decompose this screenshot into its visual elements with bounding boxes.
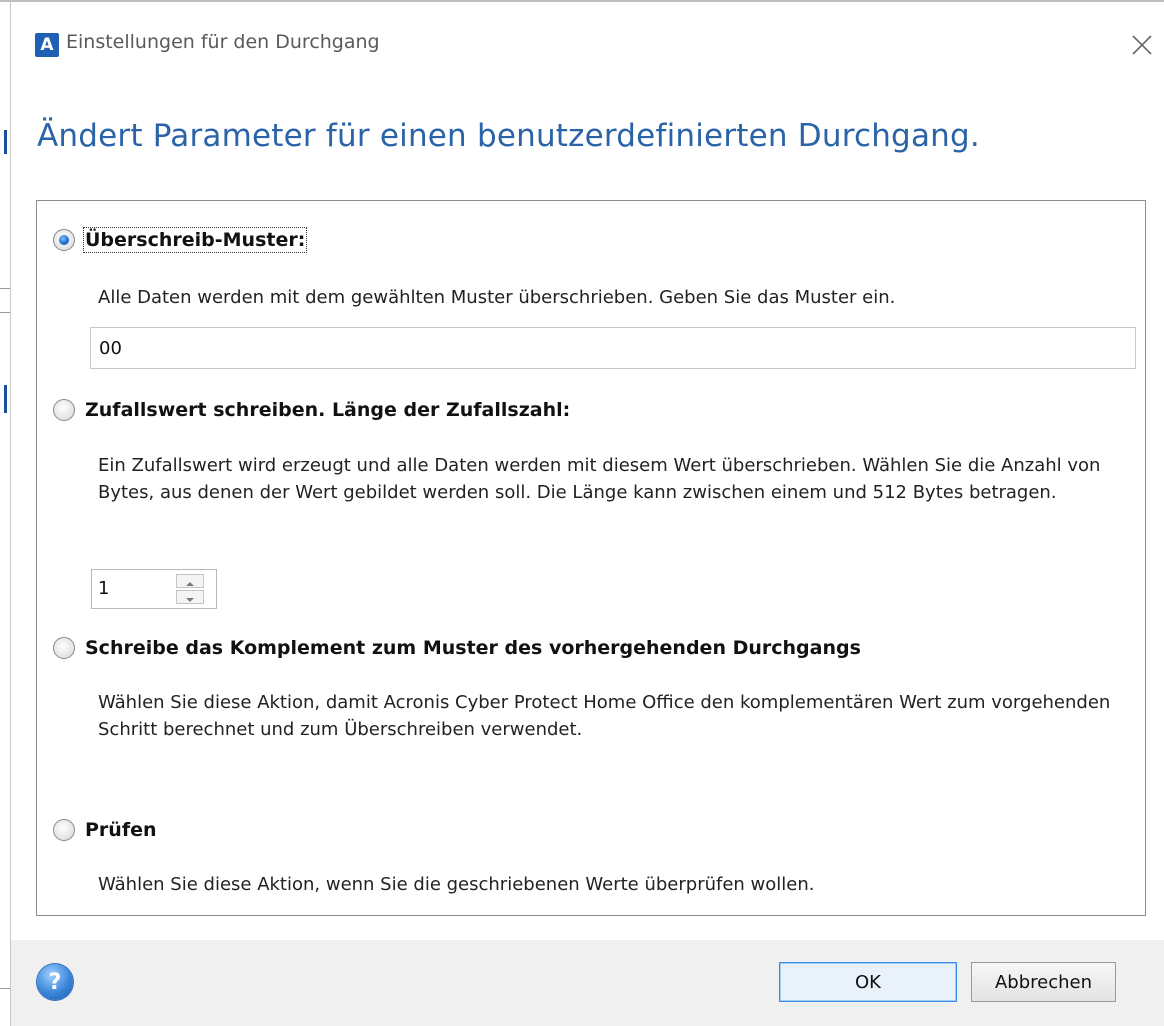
option-verify-label: Prüfen [85, 819, 157, 841]
dialog-footer: ? OK Abbrechen [11, 940, 1164, 1026]
radio-complement[interactable] [53, 637, 75, 659]
radio-overwrite-pattern[interactable] [53, 229, 75, 251]
random-length-value[interactable]: 1 [98, 578, 109, 599]
window-top-edge [0, 0, 1164, 2]
help-icon[interactable]: ? [37, 964, 73, 1000]
pass-settings-panel: Überschreib-Muster: Alle Daten werden mi… [36, 200, 1146, 916]
background-window-marker [4, 130, 7, 154]
dialog-titlebar: A Einstellungen für den Durchgang [11, 24, 1164, 74]
stepper-up-button[interactable] [176, 574, 204, 588]
option-verify-description: Wählen Sie diese Aktion, wenn Sie die ge… [98, 874, 815, 895]
option-random-value-label: Zufallswert schreiben. Länge der Zufalls… [85, 399, 571, 421]
close-icon [1132, 35, 1152, 55]
background-window-tick [0, 288, 10, 289]
close-button[interactable] [1127, 30, 1157, 60]
background-window-tick [0, 988, 10, 989]
page-heading: Ändert Parameter für einen benutzerdefin… [37, 118, 980, 154]
cancel-button[interactable]: Abbrechen [971, 962, 1116, 1002]
background-window-tick [0, 312, 10, 313]
dialog-title: Einstellungen für den Durchgang [66, 31, 380, 53]
chevron-up-icon [186, 582, 194, 586]
option-verify[interactable]: Prüfen [53, 813, 157, 847]
option-random-value[interactable]: Zufallswert schreiben. Länge der Zufalls… [53, 393, 570, 427]
pattern-input[interactable] [90, 327, 1136, 369]
option-random-value-description: Ein Zufallswert wird erzeugt und alle Da… [98, 455, 1101, 503]
chevron-down-icon [186, 598, 194, 602]
ok-button[interactable]: OK [779, 962, 957, 1002]
random-length-stepper[interactable]: 1 [91, 569, 217, 609]
option-overwrite-pattern-description: Alle Daten werden mit dem gewählten Must… [98, 287, 896, 308]
acronis-app-icon: A [35, 33, 59, 57]
option-overwrite-pattern[interactable]: Überschreib-Muster: [53, 223, 308, 257]
ok-button-label: OK [855, 971, 881, 993]
stepper-down-button[interactable] [176, 590, 204, 604]
option-overwrite-pattern-label: Überschreib-Muster: [82, 227, 308, 253]
option-complement-label: Schreibe das Komplement zum Muster des v… [85, 637, 861, 659]
background-window-marker [4, 385, 7, 413]
option-complement-description: Wählen Sie diese Aktion, damit Acronis C… [98, 692, 1111, 740]
option-complement[interactable]: Schreibe das Komplement zum Muster des v… [53, 631, 861, 665]
cancel-button-label: Abbrechen [994, 971, 1093, 993]
radio-random-value[interactable] [53, 399, 75, 421]
radio-verify[interactable] [53, 819, 75, 841]
window-left-border [10, 0, 11, 1026]
